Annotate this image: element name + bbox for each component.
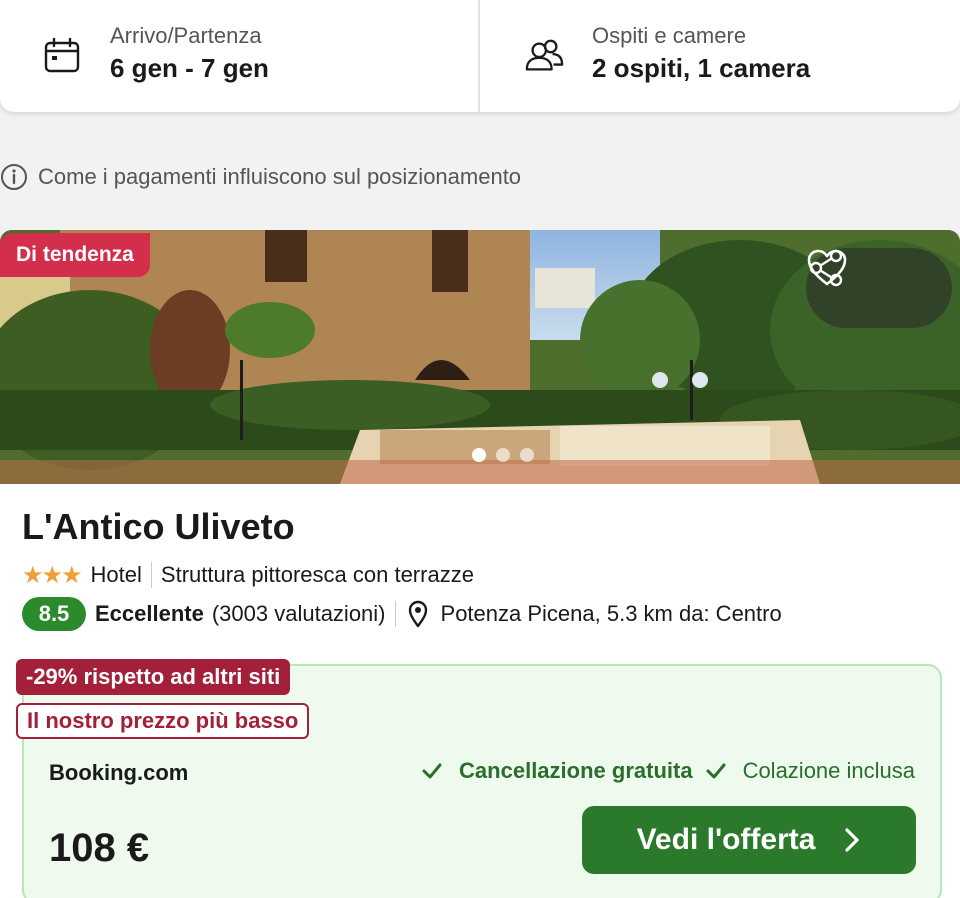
divider bbox=[150, 562, 152, 588]
hotel-photo[interactable]: Di tendenza bbox=[0, 230, 960, 484]
star-rating: ★★★ bbox=[22, 561, 83, 589]
price: 108 € bbox=[49, 826, 150, 870]
check-icon bbox=[706, 763, 726, 779]
dates-label: Arrivo/Partenza bbox=[110, 23, 262, 48]
view-deal-button[interactable]: Vedi l'offerta bbox=[582, 806, 916, 874]
pager-dot[interactable] bbox=[520, 448, 534, 462]
hotel-description: Struttura pittoresca con terrazze bbox=[160, 562, 474, 587]
pager-dot[interactable] bbox=[472, 448, 486, 462]
photo-actions bbox=[806, 248, 952, 328]
chevron-right-icon bbox=[845, 828, 860, 852]
calendar-icon bbox=[42, 36, 82, 76]
lowest-price-tag: Il nostro prezzo più basso bbox=[16, 703, 310, 739]
guests-label: Ospiti e camere bbox=[592, 23, 747, 48]
favorite-button[interactable] bbox=[807, 249, 935, 312]
check-icon bbox=[422, 763, 442, 779]
hotel-name[interactable]: L'Antico Uliveto bbox=[22, 506, 295, 548]
provider-name: Booking.com bbox=[49, 760, 189, 785]
trending-badge: Di tendenza bbox=[0, 233, 150, 277]
view-deal-label: Vedi l'offerta bbox=[636, 823, 816, 856]
info-icon bbox=[1, 164, 27, 190]
breakfast-included: Colazione inclusa bbox=[742, 758, 915, 783]
free-cancellation: Cancellazione gratuita bbox=[459, 758, 693, 783]
dates-selector[interactable]: Arrivo/Partenza 6 gen - 7 gen bbox=[0, 0, 478, 112]
ranking-info-link[interactable]: Come i pagamenti influiscono sul posizio… bbox=[0, 160, 521, 194]
rating-word: Eccellente bbox=[95, 601, 204, 626]
rating-row: 8.5 Eccellente (3003 valutazioni) Potenz… bbox=[22, 597, 782, 631]
hotel-type: Hotel bbox=[90, 562, 142, 587]
ranking-info-text: Come i pagamenti influiscono sul posizio… bbox=[38, 164, 522, 189]
rating-count: (3003 valutazioni) bbox=[211, 601, 386, 626]
guests-selector[interactable]: Ospiti e camere 2 ospiti, 1 camera bbox=[478, 0, 960, 112]
dates-value: 6 gen - 7 gen bbox=[110, 53, 269, 83]
photo-pager bbox=[472, 448, 534, 462]
divider bbox=[394, 601, 396, 627]
heart-icon bbox=[807, 249, 847, 286]
hotel-meta: ★★★ Hotel Struttura pittoresca con terra… bbox=[22, 560, 474, 590]
hotel-card[interactable]: Di tendenza L'Antico Uliveto ★★★ Hotel S… bbox=[0, 230, 960, 898]
score-badge: 8.5 bbox=[22, 597, 86, 631]
deal-perks: Cancellazione gratuita Colazione inclusa bbox=[421, 758, 915, 784]
pager-dot[interactable] bbox=[496, 448, 510, 462]
location-text: Potenza Picena, 5.3 km da: Centro bbox=[440, 601, 782, 626]
guests-icon bbox=[524, 36, 564, 76]
guests-value: 2 ospiti, 1 camera bbox=[592, 53, 811, 83]
discount-tag: -29% rispetto ad altri siti bbox=[16, 659, 291, 695]
search-bar: Arrivo/Partenza 6 gen - 7 gen Ospiti e c… bbox=[0, 0, 960, 112]
location-pin-icon bbox=[408, 600, 427, 628]
